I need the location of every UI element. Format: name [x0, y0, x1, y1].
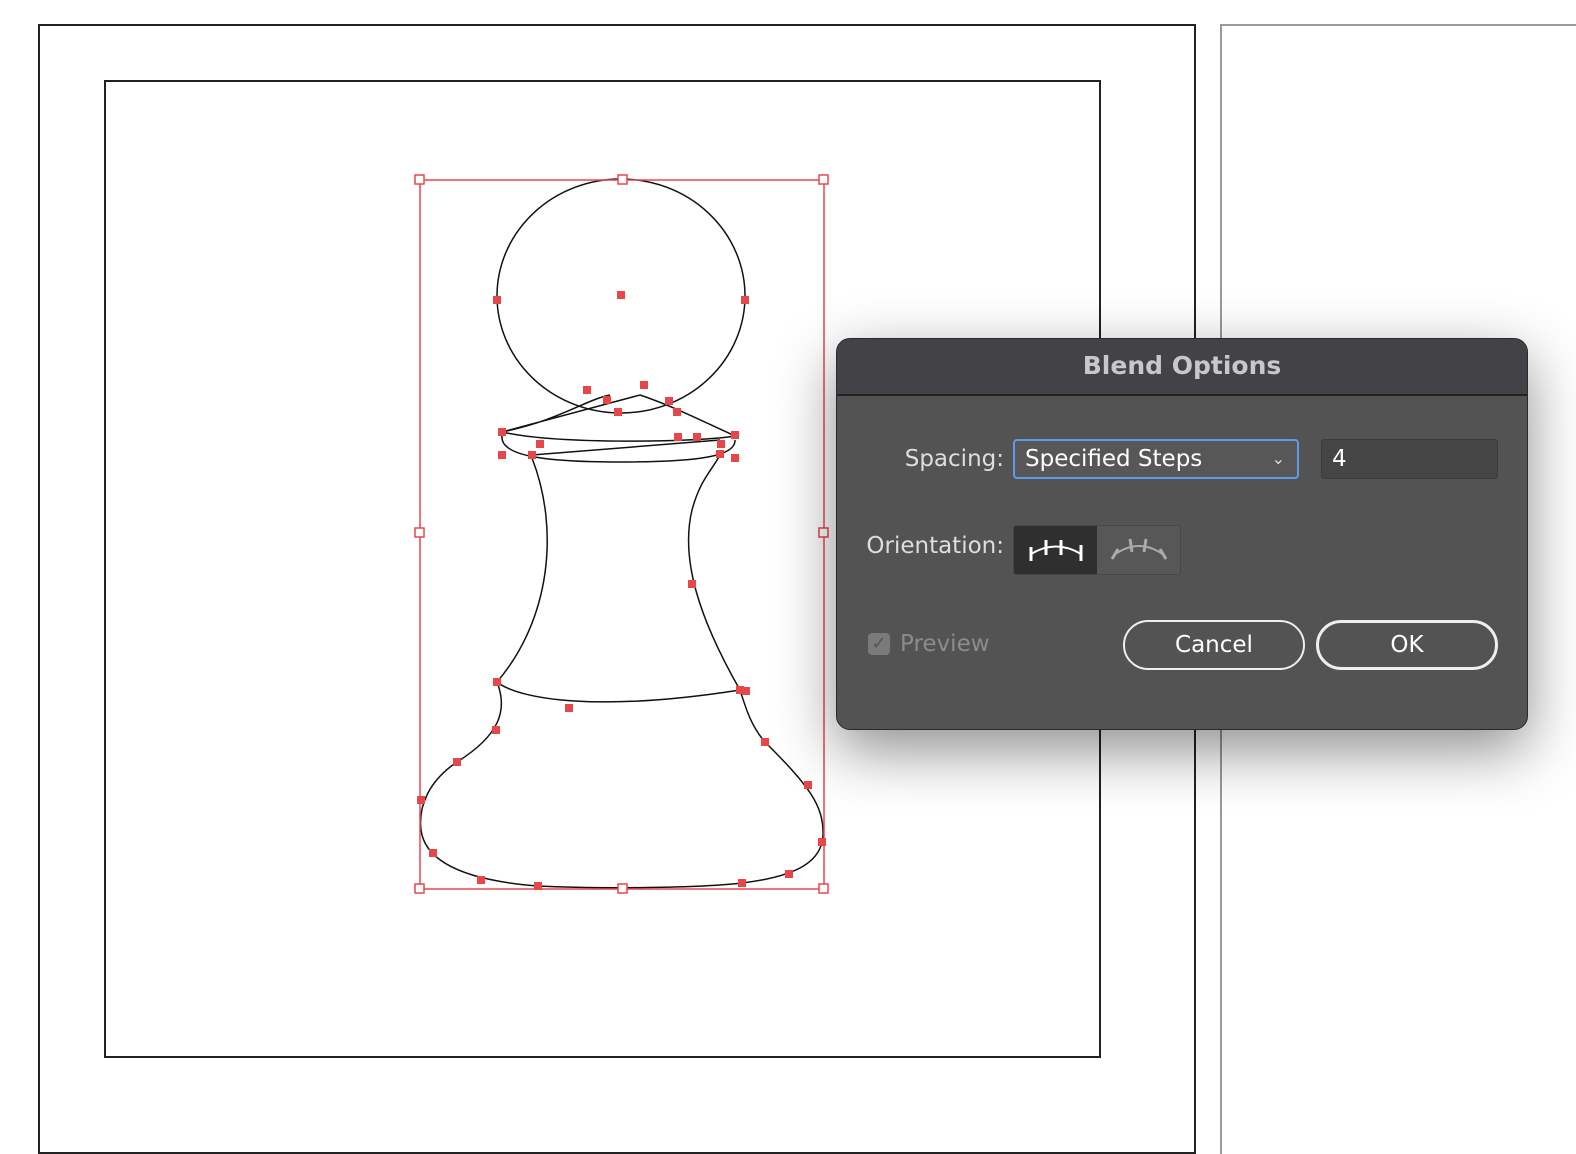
blend-options-dialog: Blend Options Spacing: Specified Steps ⌄… [836, 338, 1528, 730]
orientation-align-to-path-button[interactable] [1097, 526, 1180, 574]
checkmark-icon: ✓ [868, 633, 890, 655]
preview-checkbox[interactable]: ✓ Preview [868, 631, 990, 657]
pawn-body-path[interactable] [495, 454, 742, 703]
orientation-align-to-page-button[interactable] [1014, 526, 1097, 574]
dialog-title[interactable]: Blend Options [837, 339, 1527, 396]
ok-button[interactable]: OK [1316, 620, 1498, 670]
align-to-path-icon [1110, 538, 1167, 560]
spacing-select[interactable]: Specified Steps ⌄ [1013, 439, 1299, 479]
steps-input[interactable]: 4 [1321, 439, 1498, 479]
chevron-down-icon: ⌄ [1271, 449, 1285, 468]
pawn-paths [419, 178, 824, 889]
align-to-page-icon [1029, 540, 1082, 561]
orientation-label: Orientation: [866, 533, 1004, 559]
anchor-points[interactable] [417, 291, 826, 890]
preview-label: Preview [900, 631, 990, 657]
selection-bounding-box[interactable] [414, 174, 829, 894]
spacing-label: Spacing: [904, 446, 1004, 472]
cancel-button[interactable]: Cancel [1123, 620, 1305, 670]
orientation-toggle-group [1013, 525, 1181, 575]
pawn-base-path[interactable] [419, 681, 824, 889]
bounding-box-handles[interactable] [414, 174, 829, 894]
spacing-select-value: Specified Steps [1025, 446, 1203, 472]
